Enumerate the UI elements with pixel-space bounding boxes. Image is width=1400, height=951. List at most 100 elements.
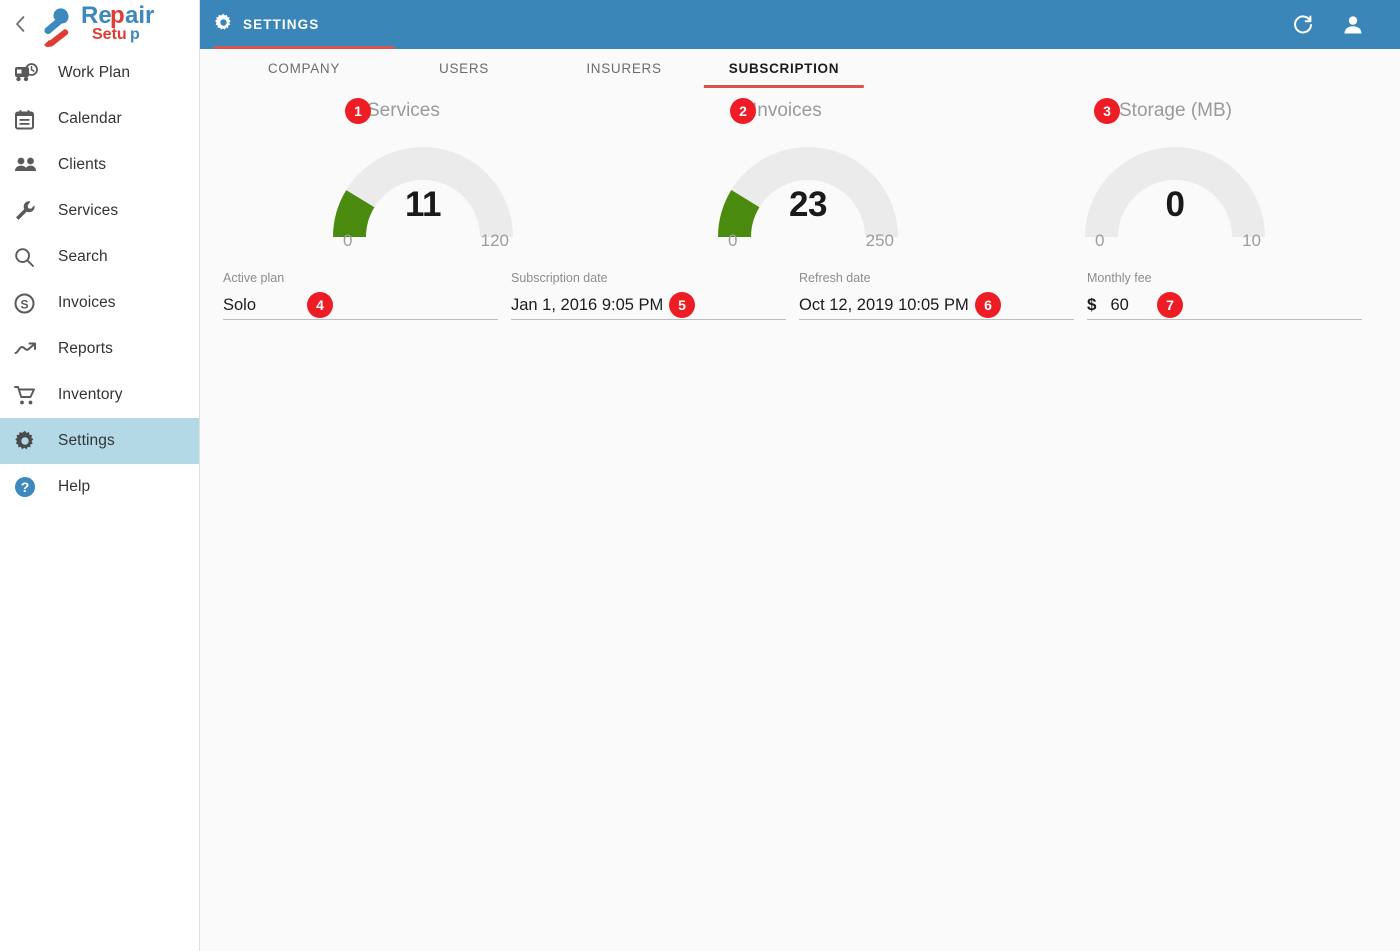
tab-company[interactable]: COMPANY [268,61,340,76]
gauge-title: Services [367,100,440,121]
sidebar-item-services[interactable]: Services [0,188,199,234]
field-underline [1087,319,1362,320]
dollar-circle-icon: S [14,290,44,316]
sidebar-item-label: Settings [58,432,115,449]
step-badge-1: 1 [345,98,371,124]
sidebar-item-help[interactable]: ? Help [0,464,199,510]
refresh-icon[interactable] [1292,14,1314,36]
svg-text:Setu: Setu [92,26,127,43]
tab-insurers[interactable]: INSURERS [586,61,661,76]
gauge-max-label: 120 [480,231,509,250]
clients-icon [14,152,44,178]
field-active-plan: Active plan Solo 4 [223,271,498,320]
sidebar-item-label: Services [58,202,119,219]
field-underline [511,319,786,320]
sidebar-item-label: Reports [58,340,113,357]
field-row[interactable]: Oct 12, 2019 10:05 PM 6 [799,291,1074,319]
step-badge-4: 4 [307,292,333,318]
field-value: 60 [1110,295,1129,314]
work-plan-icon [14,60,44,86]
sidebar-item-calendar[interactable]: Calendar [0,96,199,142]
chevron-left-icon [16,16,25,32]
step-badge-7: 7 [1157,292,1183,318]
sidebar-nav: Work Plan Calendar Clients Services Sear… [0,50,199,510]
search-icon [14,244,44,270]
svg-text:air: air [125,2,154,29]
sidebar-item-search[interactable]: Search [0,234,199,280]
topbar-actions [1292,14,1400,36]
gauge-header: 1 Services [333,96,513,126]
sidebar-item-label: Search [58,248,108,265]
sidebar-item-inventory[interactable]: Inventory [0,372,199,418]
sidebar-item-label: Work Plan [58,64,131,81]
gauge-visual: 0 0 10 [1085,142,1265,250]
sidebar-item-invoices[interactable]: S Invoices [0,280,199,326]
gear-icon [214,13,233,37]
field-row[interactable]: Solo 4 [223,291,498,319]
field-refresh-date: Refresh date Oct 12, 2019 10:05 PM 6 [799,271,1074,320]
gauge-visual: 11 0 120 [333,142,513,250]
field-value: Oct 12, 2019 10:05 PM [799,295,969,314]
app-root: Re p air Setu p Work Plan Calendar Clien… [0,0,1400,951]
sidebar-item-clients[interactable]: Clients [0,142,199,188]
topbar-settings-tab[interactable]: SETTINGS [200,0,394,49]
app-logo[interactable]: Re p air Setu p [34,1,194,47]
gauge-title: Storage (MB) [1119,100,1232,121]
gauge-visual: 23 0 250 [718,142,898,250]
topbar-title: SETTINGS [243,17,320,32]
field-label: Monthly fee [1087,271,1152,285]
gear-icon [14,428,44,454]
gauge-header: 2 Invoices [718,96,898,126]
field-underline [799,319,1074,320]
sidebar-item-reports[interactable]: Reports [0,326,199,372]
gauge-value: 0 [1165,185,1185,224]
field-underline [223,319,498,320]
step-badge-5: 5 [669,292,695,318]
gauge-value: 11 [405,185,442,224]
usage-gauges: 1 Services 11 0 120 2 Invoices 23 0 250 … [200,96,1400,271]
svg-text:Re: Re [81,2,112,29]
field-row[interactable]: $ 60 7 [1087,291,1362,319]
tab-label: INSURERS [586,61,662,76]
gauge-min-label: 0 [343,231,353,250]
subscription-fields: Active plan Solo 4 Subscription date Jan… [200,271,1400,341]
sidebar-header: Re p air Setu p [0,0,199,48]
settings-tabs: COMPANY USERS INSURERS SUBSCRIPTION [200,49,1400,96]
field-value: Jan 1, 2016 9:05 PM [511,295,664,314]
sidebar-item-work-plan[interactable]: Work Plan [0,50,199,96]
sidebar-item-label: Inventory [58,386,123,403]
currency-symbol: $ [1087,295,1097,314]
sidebar-collapse-button[interactable] [6,4,34,44]
field-value: Solo [223,295,257,314]
tab-label: COMPANY [267,61,341,76]
field-row[interactable]: Jan 1, 2016 9:05 PM 5 [511,291,786,319]
field-subscription-date: Subscription date Jan 1, 2016 9:05 PM 5 [511,271,786,320]
tab-subscription[interactable]: SUBSCRIPTION [703,61,864,88]
svg-text:?: ? [21,479,30,495]
help-circle-icon: ? [14,474,44,500]
gauge-invoices: 2 Invoices 23 0 250 [718,96,898,250]
sidebar: Re p air Setu p Work Plan Calendar Clien… [0,0,200,951]
topbar: SETTINGS [200,0,1400,49]
gauge-max-label: 10 [1242,231,1261,250]
tab-active-underline [703,85,864,88]
gauge-header: 3 Storage (MB) [1085,96,1265,126]
field-label: Active plan [223,271,285,285]
tab-users[interactable]: USERS [439,61,489,76]
gauge-storage: 3 Storage (MB) 0 0 10 [1085,96,1265,250]
step-badge-2: 2 [730,98,756,124]
wrench-icon [14,198,44,224]
gauge-services: 1 Services 11 0 120 [333,96,513,250]
tab-label: SUBSCRIPTION [728,61,840,76]
sidebar-item-settings[interactable]: Settings [0,418,199,464]
gauge-min-label: 0 [728,231,738,250]
person-icon[interactable] [1342,14,1364,36]
trending-up-icon [14,336,44,362]
sidebar-item-label: Help [58,478,91,495]
gauge-max-label: 250 [865,231,894,250]
sidebar-item-label: Calendar [58,110,122,127]
logo-icon: Re p air Setu p [44,2,154,47]
gauge-min-label: 0 [1095,231,1105,250]
sidebar-item-label: Invoices [58,294,116,311]
field-label: Refresh date [799,271,871,285]
